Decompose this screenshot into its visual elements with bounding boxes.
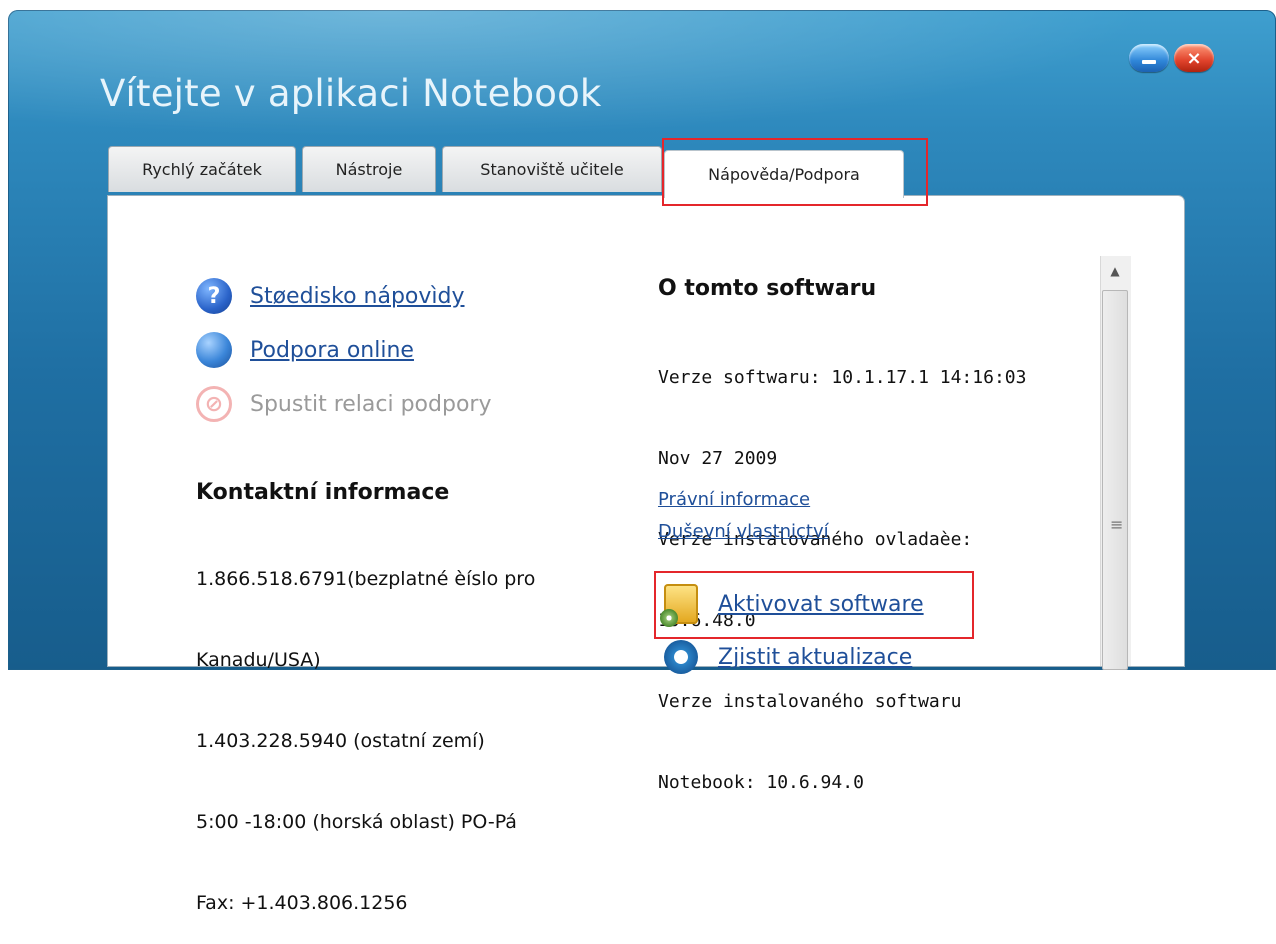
check-updates-link[interactable]: Zjistit aktualizace: [718, 645, 912, 670]
intellectual-property-link[interactable]: Duševní vlastnictví: [658, 521, 829, 542]
tab-label: Nápověda/Podpora: [708, 165, 860, 184]
contact-line: 5:00 -18:00 (horská oblast) PO-Pá: [196, 811, 517, 833]
contact-line: 1.866.518.6791(bezplatné èíslo pro: [196, 568, 536, 590]
tab-label: Nástroje: [335, 160, 403, 179]
support-session-row: ⊘ Spustit relaci podpory: [196, 386, 491, 422]
activate-software-row[interactable]: Aktivovat software: [660, 584, 924, 627]
about-line: Verze instalovaného softwaru: [658, 691, 962, 712]
tab-label: Rychlý začátek: [142, 160, 262, 179]
activate-software-icon: [660, 584, 698, 627]
minimize-icon: [1142, 60, 1156, 64]
check-updates-row[interactable]: Zjistit aktualizace: [664, 640, 912, 674]
globe-icon: [196, 332, 232, 368]
activate-software-link[interactable]: Aktivovat software: [718, 592, 924, 617]
online-support-row[interactable]: Podpora online: [196, 332, 414, 368]
online-support-link[interactable]: Podpora online: [250, 338, 414, 363]
help-center-link[interactable]: Støedisko nápovìdy: [250, 284, 465, 309]
support-session-link: Spustit relaci podpory: [250, 391, 492, 417]
scroll-up-arrow-icon[interactable]: ▲: [1106, 260, 1124, 282]
help-center-row[interactable]: ? Støedisko nápovìdy: [196, 278, 465, 314]
scrollbar-grip-icon: ≡: [1110, 515, 1124, 534]
tab-tools[interactable]: Nástroje: [302, 146, 436, 192]
check-updates-icon: [664, 640, 698, 674]
tab-help-support[interactable]: Nápověda/Podpora: [664, 150, 904, 198]
about-line: Notebook: 10.6.94.0: [658, 772, 864, 793]
contact-lines: 1.866.518.6791(bezplatné èíslo pro Kanad…: [196, 512, 535, 944]
help-icon: ?: [196, 278, 232, 314]
tab-label: Stanoviště učitele: [480, 160, 624, 179]
contact-heading: Kontaktní informace: [196, 480, 450, 505]
blocked-icon: ⊘: [196, 386, 232, 422]
window-title: Vítejte v aplikaci Notebook: [100, 72, 602, 115]
tab-quick-start[interactable]: Rychlý začátek: [108, 146, 296, 192]
close-icon: ×: [1186, 47, 1202, 69]
about-heading: O tomto softwaru: [658, 276, 877, 301]
about-line: Nov 27 2009: [658, 448, 778, 469]
contact-line: Kanadu/USA): [196, 649, 321, 671]
legal-info-link[interactable]: Právní informace: [658, 489, 810, 510]
close-button[interactable]: ×: [1174, 44, 1214, 72]
contact-line: Fax: +1.403.806.1256: [196, 892, 408, 914]
tab-teacher-station[interactable]: Stanoviště učitele: [442, 146, 662, 192]
minimize-button[interactable]: [1129, 44, 1169, 72]
about-line: Verze softwaru: 10.1.17.1 14:16:03: [658, 367, 1027, 388]
about-lines: Verze softwaru: 10.1.17.1 14:16:03 Nov 2…: [658, 310, 1026, 823]
scrollbar-thumb[interactable]: [1102, 290, 1128, 670]
contact-line: 1.403.228.5940 (ostatní zemí): [196, 730, 485, 752]
